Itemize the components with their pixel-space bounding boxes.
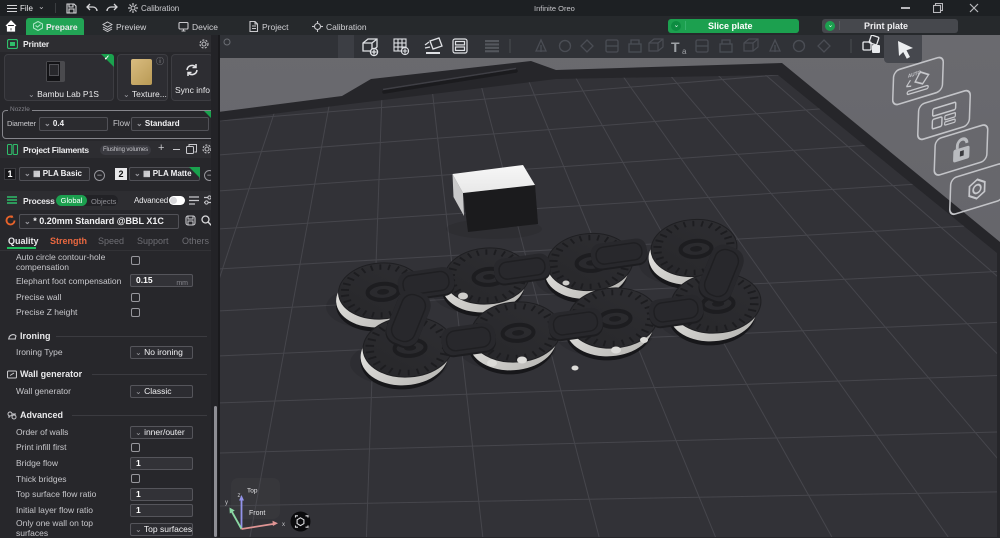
svg-text:Front: Front	[249, 510, 265, 517]
svg-text:y: y	[225, 500, 228, 506]
svg-text:a: a	[682, 47, 687, 56]
svg-text:x: x	[282, 522, 285, 528]
svg-text:T: T	[671, 39, 680, 55]
svg-text:z: z	[238, 493, 241, 499]
svg-text:Top: Top	[247, 488, 258, 495]
